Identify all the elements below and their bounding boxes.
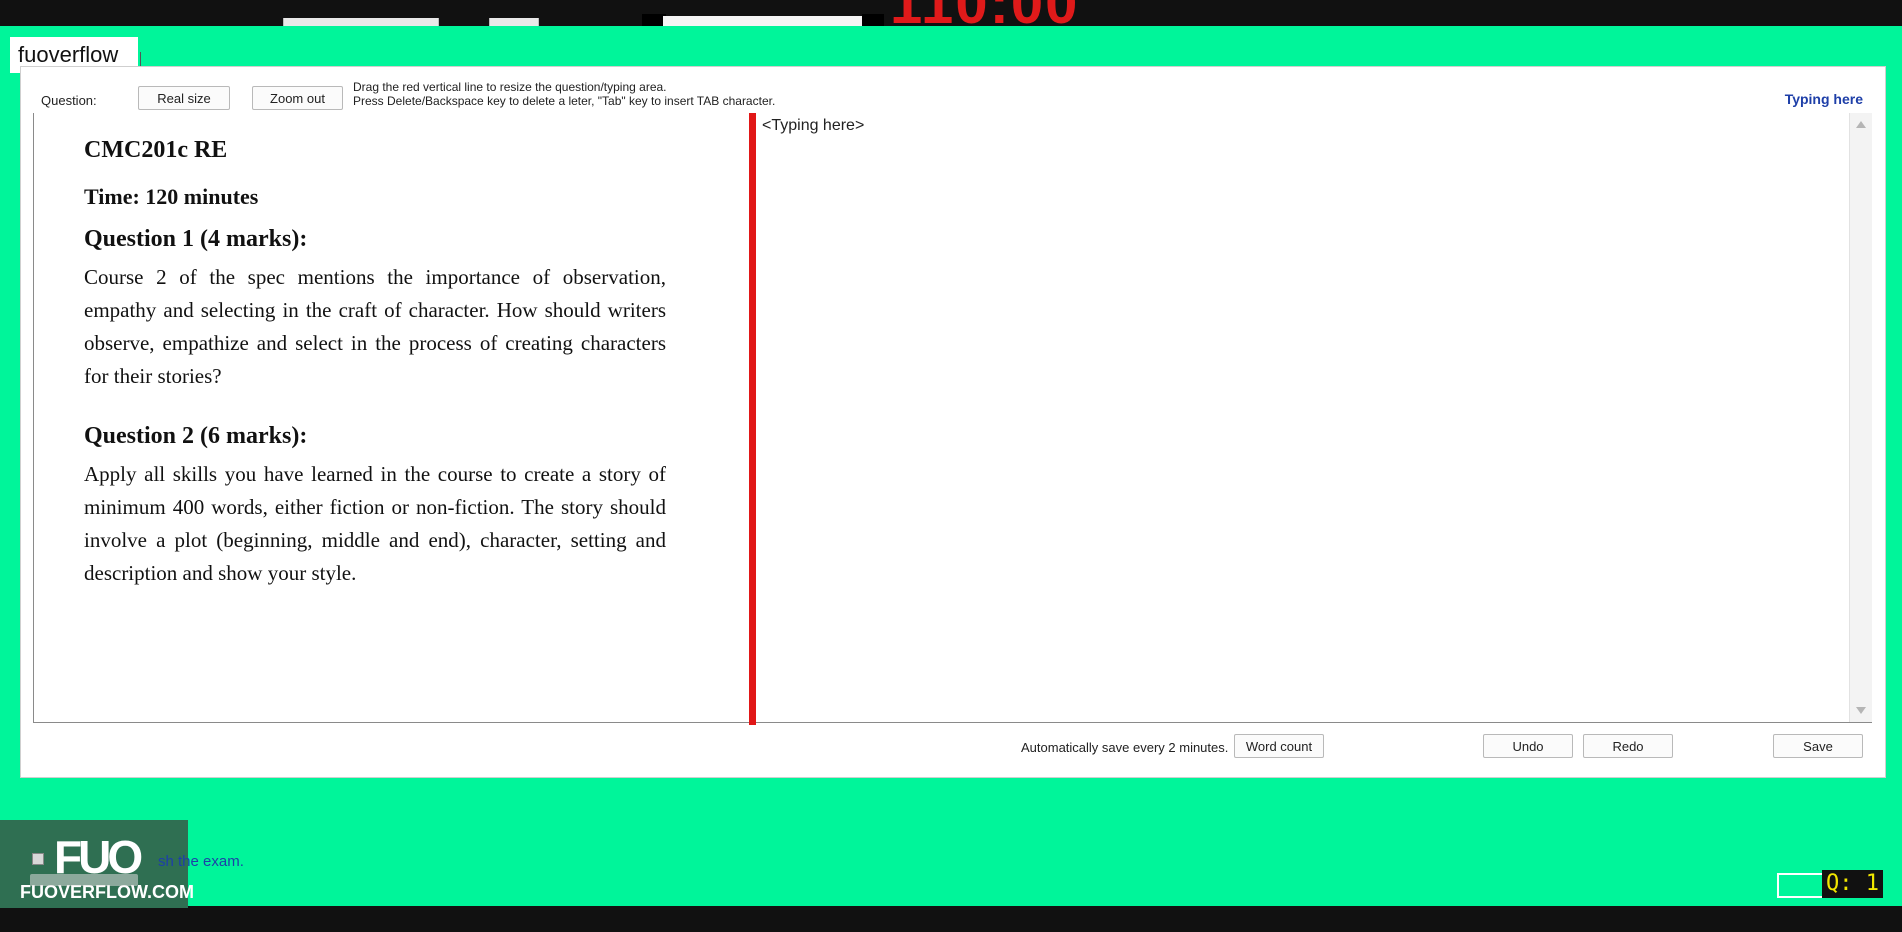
real-size-button[interactable]: Real size	[138, 86, 230, 110]
scroll-down-arrow-icon[interactable]	[1856, 707, 1866, 714]
save-button[interactable]: Save	[1773, 734, 1863, 758]
typing-here-link[interactable]: Typing here	[1785, 91, 1863, 107]
question-label: Question:	[41, 93, 97, 108]
exam-title: CMC201c RE	[84, 137, 228, 163]
answer-scrollbar[interactable]	[1849, 113, 1872, 722]
question-2-body: Apply all skills you have learned in the…	[84, 462, 666, 585]
finish-exam-button[interactable]	[30, 874, 138, 886]
exam-panel: Question: Real size Zoom out Drag the re…	[20, 66, 1886, 778]
exam-time: Time: 120 minutes	[84, 184, 259, 209]
hint-line-2: Press Delete/Backspace key to delete a l…	[353, 94, 776, 108]
question-indicator: Q: 1	[1822, 870, 1883, 898]
question-content: CMC201c RE Time: 120 minutes Question 1 …	[84, 137, 666, 590]
toolbar-hint: Drag the red vertical line to resize the…	[353, 80, 775, 108]
zoom-out-button[interactable]: Zoom out	[252, 86, 343, 110]
undo-button[interactable]: Undo	[1483, 734, 1573, 758]
resize-splitter[interactable]	[749, 113, 756, 725]
redo-button[interactable]: Redo	[1583, 734, 1673, 758]
top-control-c[interactable]	[663, 16, 863, 26]
question-spacer	[84, 393, 666, 423]
hint-line-1: Drag the red vertical line to resize the…	[353, 80, 667, 94]
scroll-up-arrow-icon[interactable]	[1856, 121, 1866, 128]
answer-text-area[interactable]: <Typing here>	[756, 113, 1872, 723]
finish-exam-label[interactable]: sh the exam.	[158, 853, 244, 870]
question-pane: CMC201c RE Time: 120 minutes Question 1 …	[33, 113, 749, 723]
question-2-heading: Question 2 (6 marks):	[84, 423, 308, 449]
question-1-heading: Question 1 (4 marks):	[84, 226, 308, 252]
question-1-body: Course 2 of the spec mentions the import…	[84, 265, 666, 388]
word-count-button[interactable]: Word count	[1234, 734, 1324, 758]
autosave-notice: Automatically save every 2 minutes.	[1021, 740, 1229, 755]
top-block-right	[862, 14, 884, 26]
finish-exam-checkbox[interactable]	[32, 853, 44, 865]
answer-placeholder: <Typing here>	[762, 117, 865, 134]
top-window-strip: 110:00	[0, 0, 1902, 36]
exam-app-background: fuoverflow Question: Real size Zoom out …	[0, 26, 1902, 906]
